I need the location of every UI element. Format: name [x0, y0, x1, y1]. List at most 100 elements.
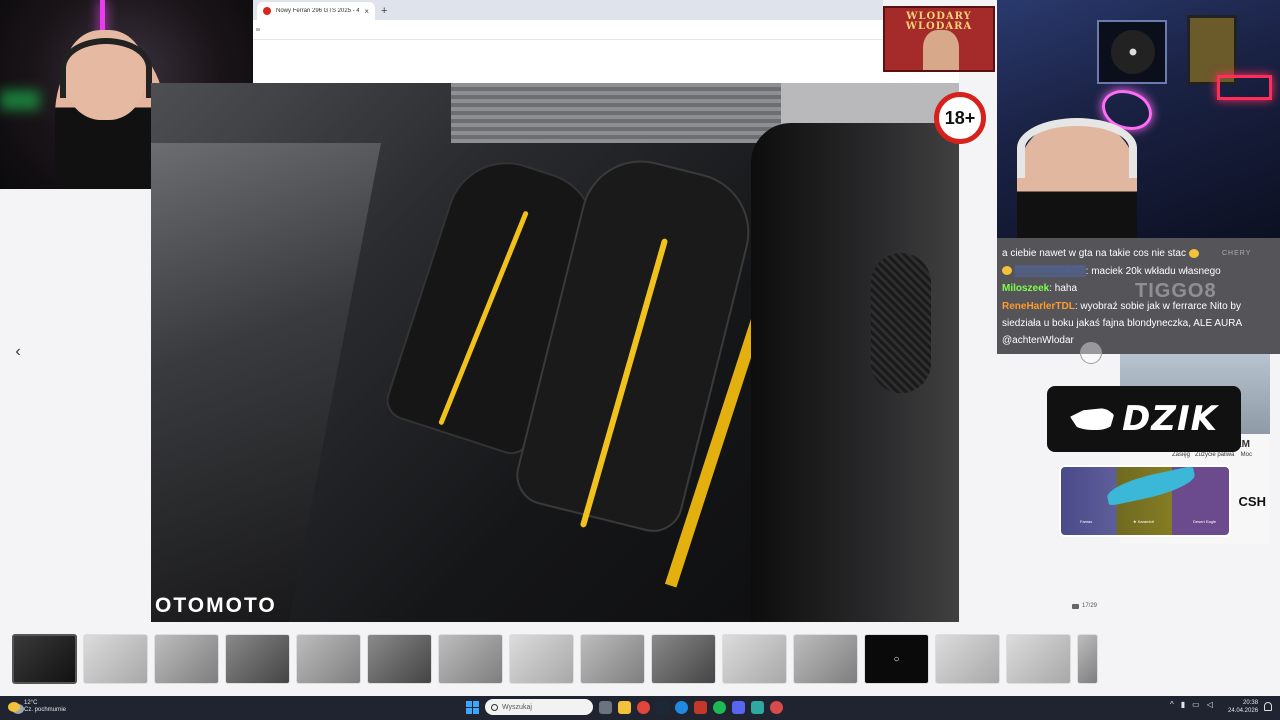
thumbnail[interactable] [438, 634, 503, 684]
chat-text: a ciebie nawet w gta na takie cos nie st… [1002, 248, 1186, 259]
thumbnail[interactable] [651, 634, 716, 684]
thumbnail[interactable] [793, 634, 858, 684]
tiggo-ad-text: TIGGO8 [1135, 280, 1217, 302]
task-view-icon[interactable] [599, 700, 612, 714]
photo-counter: 17/29 [1072, 603, 1097, 609]
garage-door [451, 83, 781, 143]
thumbnail[interactable] [1006, 634, 1071, 684]
tab-title: Nowy Ferrari 296 GTS 2025 - 4 [276, 8, 360, 14]
spotify-icon[interactable] [713, 700, 726, 714]
clock-time: 20:38 [1243, 700, 1259, 706]
skin-label: ★ Karambit [1133, 519, 1154, 524]
thumbnail[interactable] [296, 634, 361, 684]
adobe-icon[interactable] [694, 700, 707, 714]
volume-icon[interactable]: ◁ [1207, 700, 1213, 709]
thumbnail[interactable] [367, 634, 432, 684]
weather-widget[interactable]: 12°C Cz. pochmurnie [8, 700, 66, 714]
taskbar-clock[interactable]: 20:38 24.04.2026 [1228, 699, 1258, 715]
chat-username: ▒▒▒▒▒▒▒▒▒▒ [1014, 265, 1086, 277]
air-intake-mesh [871, 253, 931, 393]
system-tray: ^ ▮ ▭ ◁ [1170, 700, 1213, 709]
microphone-icon[interactable]: ▮ [1181, 700, 1185, 709]
chat-username: Miloszeek [1002, 283, 1050, 294]
taskbar-search[interactable]: Wyszukaj [485, 699, 593, 715]
video-thumbnail[interactable]: ○ [864, 634, 929, 684]
chat-text: : haha [1049, 283, 1078, 294]
boar-icon [1070, 408, 1115, 430]
previous-photo-button[interactable]: ‹ [8, 342, 28, 362]
age-restriction-badge: 18+ [934, 92, 986, 144]
notification-bell-icon[interactable] [1264, 702, 1272, 711]
edge-icon[interactable] [675, 700, 688, 714]
chat-text: : maciek 20k wkładu własnego [1085, 265, 1221, 277]
steam-icon[interactable] [656, 700, 669, 714]
dzik-logo-text: DZIK [1122, 399, 1218, 439]
thumbnail[interactable] [154, 634, 219, 684]
weather-condition: Cz. pochmurnie [24, 707, 67, 713]
windows-taskbar: 12°C Cz. pochmurnie Wyszukaj ^ ▮ ▭ ◁ 20:… [0, 696, 1280, 720]
partly-cloudy-icon [8, 702, 20, 712]
thumbnail[interactable] [722, 634, 787, 684]
headset [60, 38, 152, 98]
chat-message: ▒▒▒▒▒▒▒▒▒▒: maciek 20k wkładu własnego [1002, 263, 1275, 281]
otomoto-watermark: OTOMOTO [155, 594, 277, 617]
mouse-cursor [1080, 342, 1102, 364]
dzik-sponsor-logo: DZIK [1047, 386, 1241, 452]
thumbnail[interactable] [83, 634, 148, 684]
photo-counter-text: 17/29 [1082, 603, 1098, 609]
search-icon [491, 703, 498, 711]
badge-figure [923, 30, 959, 70]
karambit-knife-icon [1104, 467, 1198, 507]
clock-date: 24.04.2026 [1228, 708, 1259, 714]
emote-icon [1002, 266, 1012, 276]
chery-ad-text: CHERY [1222, 250, 1252, 257]
chat-message: ReneHarlerTDL: wyobraź sobie jak w ferra… [1002, 298, 1275, 349]
wlodary-overlay-badge: WLODARY WLODARA [883, 6, 995, 72]
ad-spec-label: Zużycie paliwa [1195, 452, 1235, 458]
chat-username: ReneHarlerTDL [1002, 300, 1075, 312]
headset [1017, 118, 1137, 178]
screen: Nowy Ferrari 296 GTS 2025 - 4 × + WLODAR… [0, 0, 1280, 720]
vinyl-frame [1097, 20, 1167, 84]
browser-tab-active[interactable]: Nowy Ferrari 296 GTS 2025 - 4 × [257, 2, 375, 20]
thumbnail[interactable] [509, 634, 574, 684]
weather-text: 12°C Cz. pochmurnie [24, 700, 66, 714]
skin-label: Famas [1080, 519, 1093, 524]
emote-icon [1188, 248, 1199, 258]
thumbnail[interactable] [12, 634, 77, 684]
skin-label: Desert Eagle [1193, 519, 1217, 524]
new-tab-button[interactable]: + [381, 2, 387, 20]
temperature: 12°C [24, 700, 38, 706]
chat-bubble-icon: ○ [893, 653, 900, 665]
camera-icon [1072, 603, 1079, 609]
file-explorer-icon[interactable] [618, 700, 631, 714]
thumbnail[interactable] [935, 634, 1000, 684]
thumbnail[interactable] [225, 634, 290, 684]
address-bar-indicator [256, 28, 260, 31]
app-icon[interactable] [751, 700, 764, 714]
otomoto-favicon-icon [263, 7, 271, 15]
tray-chevron-icon[interactable]: ^ [1170, 700, 1174, 709]
app-icon[interactable] [770, 700, 783, 714]
thumbnail-strip: ○ [12, 634, 1098, 684]
browser-address-bar[interactable] [253, 20, 883, 40]
windows-start-icon[interactable] [466, 700, 479, 714]
badge-text: WLODARY WLODARA [905, 11, 973, 32]
streamer-webcam-right [997, 0, 1280, 238]
taskbar-apps: Wyszukaj [466, 699, 783, 715]
ad-spec-label: Moc [1240, 452, 1252, 458]
tab-close-icon[interactable]: × [364, 7, 369, 16]
thumbnail[interactable] [580, 634, 645, 684]
skin-promo-card: Famas ★ Karambit Desert Eagle [1059, 465, 1231, 537]
chrome-icon[interactable] [637, 700, 650, 714]
car-dashboard [151, 143, 381, 622]
red-neon-sign [1217, 75, 1272, 100]
search-placeholder: Wyszukaj [502, 703, 532, 711]
ad-spec-label: Zasięg [1172, 452, 1191, 458]
listing-main-photo[interactable]: OTOMOTO [151, 83, 959, 622]
network-icon[interactable]: ▭ [1192, 700, 1200, 709]
page-header-area [253, 40, 959, 83]
thumbnail[interactable] [1077, 634, 1098, 684]
discord-icon[interactable] [732, 700, 745, 714]
browser-tab-bar: Nowy Ferrari 296 GTS 2025 - 4 × + [253, 0, 883, 20]
